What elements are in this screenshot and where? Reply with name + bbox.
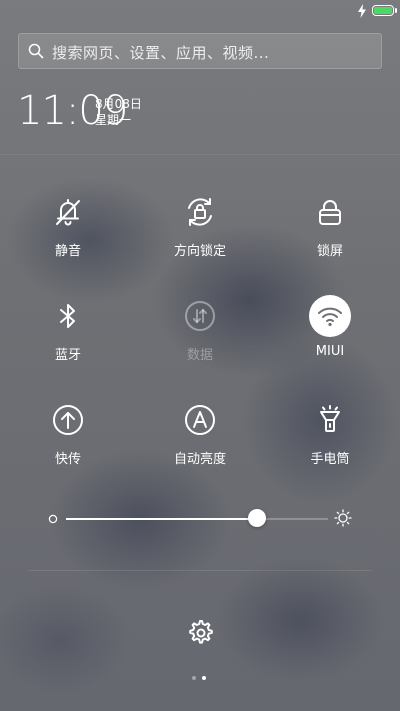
rotation-lock-icon <box>180 192 220 232</box>
bluetooth-icon <box>48 296 88 336</box>
brightness-thumb[interactable] <box>248 509 267 527</box>
mobile-data-icon <box>180 296 220 336</box>
toggle-lock[interactable]: 锁屏 <box>270 192 390 272</box>
toggle-label: 静音 <box>54 244 81 259</box>
toggle-label: 快传 <box>54 452 81 467</box>
page-dot <box>202 676 206 680</box>
header-divider <box>0 154 400 155</box>
toggle-flashlight[interactable]: 手电筒 <box>270 400 390 480</box>
toggle-quick-transfer[interactable]: 快传 <box>8 400 128 480</box>
toggle-bell-off[interactable]: 静音 <box>8 192 128 272</box>
brightness-fill <box>66 518 258 520</box>
status-bar <box>0 0 400 24</box>
lock-icon <box>310 192 350 232</box>
flashlight-icon <box>310 400 350 440</box>
battery-icon <box>372 5 394 16</box>
gear-icon[interactable] <box>186 618 214 646</box>
toggle-label: 方向锁定 <box>173 244 226 259</box>
clock-weekday: 星期一 <box>95 113 132 127</box>
brightness-low-icon <box>48 514 58 524</box>
bottom-divider <box>28 570 372 571</box>
clock-date: 8月08日 <box>95 97 142 111</box>
search-icon <box>28 43 44 59</box>
toggle-wifi[interactable]: MIUI <box>270 295 390 376</box>
toggle-label: 蓝牙 <box>54 348 81 363</box>
toggle-bluetooth[interactable]: 蓝牙 <box>8 296 128 376</box>
page-indicator <box>192 676 208 680</box>
toggle-label: 锁屏 <box>316 244 343 259</box>
toggle-label: 手电筒 <box>310 452 350 467</box>
search-input[interactable]: 搜索网页、设置、应用、视频... <box>18 33 382 69</box>
toggle-label: 数据 <box>186 348 213 363</box>
brightness-high-icon <box>334 509 352 527</box>
page-dot <box>192 676 196 680</box>
toggle-auto-brightness[interactable]: 自动亮度 <box>140 400 260 480</box>
toggle-label: 自动亮度 <box>173 452 226 467</box>
toggle-rotation-lock[interactable]: 方向锁定 <box>140 192 260 272</box>
clock-date-block[interactable]: 8月08日 星期一 <box>95 96 142 128</box>
search-placeholder: 搜索网页、设置、应用、视频... <box>52 44 270 62</box>
charging-icon <box>358 4 366 18</box>
wifi-icon <box>309 295 351 337</box>
bell-off-icon <box>48 192 88 232</box>
toggle-mobile-data[interactable]: 数据 <box>140 296 260 376</box>
quick-transfer-icon <box>48 400 88 440</box>
auto-brightness-icon <box>180 400 220 440</box>
battery-level <box>374 7 392 14</box>
toggle-label: MIUI <box>315 344 345 359</box>
battery-tip <box>395 8 397 13</box>
